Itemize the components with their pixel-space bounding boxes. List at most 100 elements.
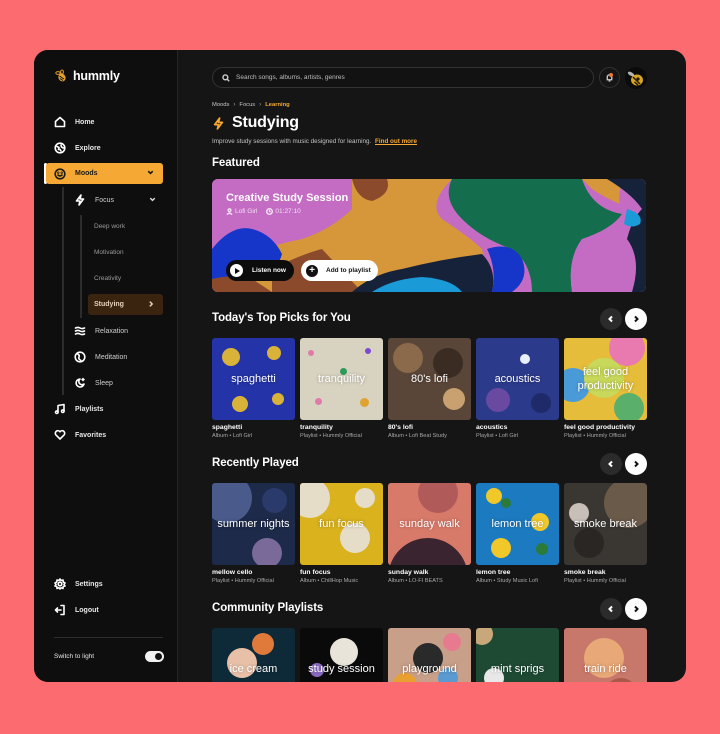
carousel-next-button[interactable] [625, 453, 647, 475]
cover-art[interactable]: feel good productivity [564, 338, 647, 420]
cover-art[interactable]: 80's lofi [388, 338, 471, 420]
media-card[interactable]: feel good productivity feel good producti… [564, 338, 647, 439]
cover-art[interactable]: mint sprigs [476, 628, 559, 682]
media-card[interactable]: mint sprigs [476, 628, 559, 682]
cover-art[interactable]: tranquility [300, 338, 383, 420]
carousel-prev-button[interactable] [600, 453, 622, 475]
cover-title: study session [308, 663, 375, 675]
featured-banner[interactable]: Creative Study Session Lofi Girl 01:27:1… [212, 179, 646, 292]
card-title[interactable]: spaghetti [212, 424, 295, 431]
cover-art[interactable]: train ride [564, 628, 647, 682]
notifications-button[interactable] [599, 67, 620, 88]
card-title[interactable]: mellow cello [212, 569, 295, 576]
cover-art-shape [536, 543, 548, 555]
cover-art[interactable]: study session [300, 628, 383, 682]
card-title[interactable]: lemon tree [476, 569, 559, 576]
media-card[interactable]: tranquility tranquility Playlist • Hummly … [300, 338, 383, 439]
sidebar-item-studying[interactable]: Studying [88, 294, 163, 315]
media-card[interactable]: summer nights mellow cello Playlist • Humm… [212, 483, 295, 584]
search-input[interactable] [236, 74, 576, 81]
notification-dot [609, 73, 613, 77]
logo[interactable]: hummly [54, 69, 120, 83]
featured-artist[interactable]: Lofi Girl [235, 208, 257, 215]
sidebar-item-label: Settings [75, 580, 103, 588]
search-bar[interactable] [212, 67, 594, 88]
sidebar-item-home[interactable]: Home [54, 116, 94, 128]
sidebar-item-label: Logout [75, 606, 99, 614]
sidebar-item-playlists[interactable]: Playlists [54, 403, 103, 415]
cover-art-shape [262, 488, 287, 513]
breadcrumb-moods[interactable]: Moods [212, 102, 229, 108]
cover-art-shape [355, 488, 375, 508]
search-icon [222, 73, 230, 82]
media-card[interactable]: playground [388, 628, 471, 682]
cover-art[interactable]: sunday walk [388, 483, 471, 565]
cover-art[interactable]: fun focus [300, 483, 383, 565]
cover-art[interactable]: summer nights [212, 483, 295, 565]
sidebar-item-relaxation[interactable]: Relaxation [74, 325, 128, 337]
card-title[interactable]: 80's lofi [388, 424, 471, 431]
media-card[interactable]: ice cream [212, 628, 295, 682]
cover-title: spaghetti [231, 373, 276, 385]
add-to-playlist-button[interactable]: + Add to playlist [301, 260, 378, 281]
media-card[interactable]: spaghetti spaghetti Album • Lofi Girl [212, 338, 295, 439]
community-playlists-row: ice cream study session playground mint spr… [212, 628, 647, 682]
cover-art[interactable]: acoustics [476, 338, 559, 420]
card-title[interactable]: fun focus [300, 569, 383, 576]
sidebar-item-meditation[interactable]: Meditation [74, 351, 127, 363]
carousel-next-button[interactable] [625, 598, 647, 620]
sidebar-item-sleep[interactable]: Sleep [74, 377, 113, 389]
sidebar-item-logout[interactable]: Logout [54, 604, 99, 616]
cover-art-shape [388, 538, 468, 565]
sidebar-item-focus[interactable]: Focus [74, 194, 156, 206]
card-title[interactable]: smoke break [564, 569, 647, 576]
sidebar-item-label: Meditation [95, 353, 128, 361]
media-card[interactable]: train ride [564, 628, 647, 682]
bee-icon [55, 69, 66, 82]
cover-art[interactable]: playground [388, 628, 471, 682]
cover-art[interactable]: ice cream [212, 628, 295, 682]
find-out-more-link[interactable]: Find out more [375, 138, 417, 145]
heart-icon [54, 429, 66, 441]
card-title[interactable]: sunday walk [388, 569, 471, 576]
sidebar-item-deep-work[interactable]: Deep work [94, 223, 125, 230]
media-card[interactable]: smoke break smoke break Playlist • Hummly … [564, 483, 647, 584]
sidebar-item-settings[interactable]: Settings [54, 578, 103, 590]
theme-toggle[interactable] [145, 651, 164, 662]
sidebar-item-creativity[interactable]: Creativity [94, 275, 121, 282]
carousel-prev-button[interactable] [600, 308, 622, 330]
cover-art-shape [491, 538, 511, 558]
cover-title: lemon tree [491, 518, 544, 530]
cover-art[interactable]: smoke break [564, 483, 647, 565]
sidebar-item-explore[interactable]: Explore [54, 142, 101, 154]
chevron-right-icon [634, 460, 639, 468]
listen-now-button[interactable]: Listen now [226, 260, 294, 281]
cover-art[interactable]: lemon tree [476, 483, 559, 565]
media-card[interactable]: 80's lofi 80's lofi Album • Lofi Beat Stud… [388, 338, 471, 439]
cover-art-shape [614, 393, 644, 420]
card-subtitle: Playlist • Hummly Official [300, 433, 362, 439]
avatar[interactable] [625, 67, 647, 89]
media-card[interactable]: study session [300, 628, 383, 682]
tree-line [80, 215, 82, 318]
card-title[interactable]: tranquility [300, 424, 383, 431]
carousel-prev-button[interactable] [600, 598, 622, 620]
card-title[interactable]: feel good productivity [564, 424, 647, 431]
card-title[interactable]: acoustics [476, 424, 559, 431]
media-card[interactable]: lemon tree lemon tree Album • Study Music … [476, 483, 559, 584]
sidebar-item-favorites[interactable]: Favorites [54, 429, 106, 441]
media-card[interactable]: fun focus fun focus Album • ChillHop Music [300, 483, 383, 584]
sidebar-item-moods[interactable]: Moods [46, 163, 163, 184]
page-title: Studying [232, 114, 299, 131]
card-subtitle: Album • Lofi Girl [212, 433, 253, 439]
featured-meta: Lofi Girl 01:27:10 [226, 208, 301, 215]
sidebar-item-motivation[interactable]: Motivation [94, 249, 124, 256]
card-subtitle: Playlist • Lofi Girl [476, 433, 519, 439]
card-subtitle: Playlist • Hummly Official [564, 578, 626, 584]
cover-art[interactable]: spaghetti [212, 338, 295, 420]
media-card[interactable]: acoustics acoustics Playlist • Lofi Girl [476, 338, 559, 439]
carousel-next-button[interactable] [625, 308, 647, 330]
media-card[interactable]: sunday walk sunday walk Album • LO-FI BEAT… [388, 483, 471, 584]
breadcrumb-current: Learning [265, 102, 290, 108]
breadcrumb-focus[interactable]: Focus [239, 102, 255, 108]
